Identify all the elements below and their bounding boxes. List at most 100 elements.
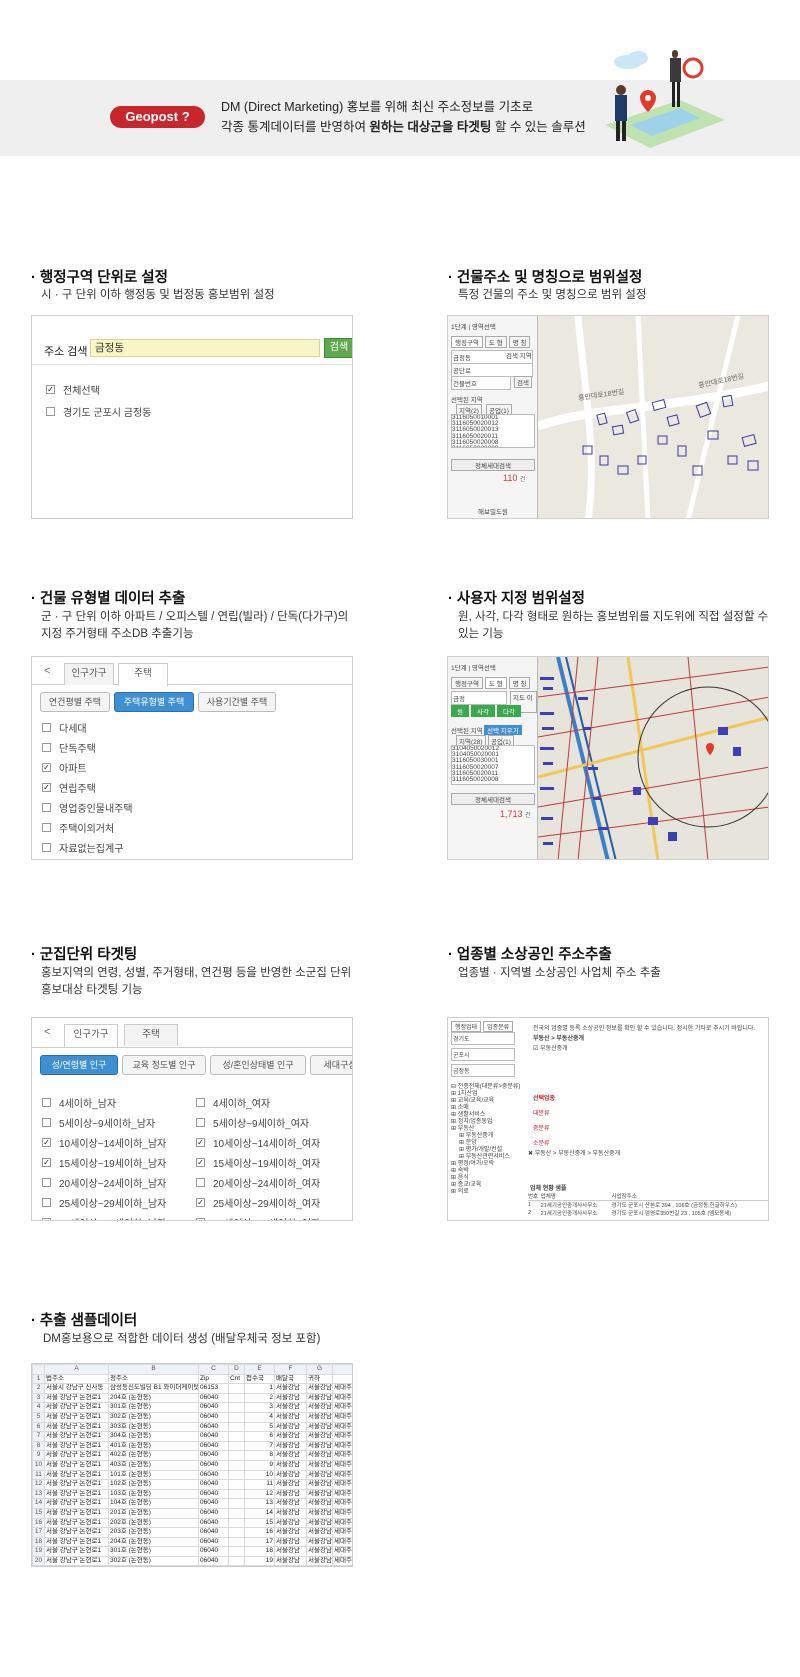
- tree-item[interactable]: ⊞ 의료: [451, 1189, 525, 1196]
- checkbox-row[interactable]: 4세이하_남자: [42, 1095, 116, 1110]
- checkbox-row[interactable]: ✓ 25세이상~29세이하_여자: [196, 1195, 320, 1210]
- tree-item[interactable]: ⊞ 종교/교육: [451, 1182, 525, 1189]
- tree-item[interactable]: ⊞ 평가/개발/컨설: [451, 1147, 525, 1154]
- map-search-field[interactable]: 금정: [451, 691, 507, 705]
- check-item-row[interactable]: 경기도 군포시 금정동: [46, 404, 151, 419]
- area-code-item[interactable]: 3116050020008: [452, 776, 534, 783]
- tab-name[interactable]: 명 칭: [508, 336, 531, 348]
- checkbox-icon[interactable]: [42, 803, 51, 812]
- calc-households-button-2[interactable]: 정체세대검색: [451, 793, 535, 805]
- category-tree[interactable]: ⊟ 전종전체(대분류>중분류) ⊞ 1차산업 ⊞ 교육/교육/교육 ⊞ 소매 ⊞ 생활서…: [451, 1084, 525, 1196]
- tree-item[interactable]: ⊞ 분양: [451, 1140, 525, 1147]
- checkbox-row[interactable]: ✓ 10세이상~14세이하_남자: [42, 1135, 166, 1150]
- building-field-2[interactable]: 공단로: [451, 363, 533, 377]
- checkbox-row[interactable]: 25세이상~29세이하_남자: [42, 1195, 166, 1210]
- calc-households-button[interactable]: 정체세대검색: [451, 459, 535, 471]
- checkbox-icon[interactable]: [196, 1118, 205, 1127]
- tree-item[interactable]: ⊞ 부동산중개: [451, 1133, 525, 1140]
- checkbox-icon[interactable]: [42, 1098, 51, 1107]
- pill-marital[interactable]: 성/혼인상태별 인구: [210, 1055, 306, 1075]
- checkbox-row[interactable]: ✓ 연립주택: [42, 780, 96, 795]
- tab-shape[interactable]: 도 형: [484, 336, 507, 348]
- checkbox-row[interactable]: ✓ 15세이상~19세이하_남자: [42, 1155, 166, 1170]
- checkbox-checked-icon[interactable]: ✓: [196, 1138, 205, 1147]
- checkbox-checked-icon[interactable]: ✓: [42, 1138, 51, 1147]
- checkbox-row[interactable]: 5세이상~9세이하_남자: [42, 1115, 155, 1130]
- tree-item[interactable]: ⊞ 교육/교육/교육: [451, 1098, 525, 1105]
- area-code-list-2[interactable]: 3104050020012 3104050020001 3116050030001 3…: [451, 745, 535, 785]
- checkbox-row[interactable]: 30세이상~34세이하_남자: [42, 1215, 166, 1220]
- tree-item[interactable]: ⊞ 1차산업: [451, 1091, 525, 1098]
- checkbox-icon[interactable]: [196, 1098, 205, 1107]
- tab-housing-2[interactable]: 주택: [124, 1024, 178, 1046]
- search-button[interactable]: 검색: [324, 338, 352, 358]
- tree-item[interactable]: ⊞ 정치/업종동업: [451, 1119, 525, 1126]
- checkbox-row[interactable]: 자료없는집계구: [42, 840, 123, 855]
- back-chevron-icon-2[interactable]: <: [44, 1026, 50, 1038]
- address-search-input[interactable]: 금정동: [90, 339, 320, 357]
- checkbox-icon[interactable]: [46, 407, 55, 416]
- map-canvas-2[interactable]: [537, 657, 768, 859]
- pill-usage-period[interactable]: 사용기간별 주택: [198, 692, 276, 712]
- tab-housing[interactable]: 주택: [118, 663, 168, 686]
- tab-admin-2[interactable]: 행정구역: [451, 677, 483, 689]
- checkbox-row[interactable]: 단독주택: [42, 740, 96, 755]
- checkbox-checked-icon[interactable]: ✓: [42, 783, 51, 792]
- checkbox-icon[interactable]: [42, 1198, 51, 1207]
- back-chevron-icon[interactable]: <: [44, 665, 50, 677]
- check-all-row[interactable]: ✓ 전체선택: [46, 382, 100, 397]
- tree-item[interactable]: ⊞ 부동산: [451, 1126, 525, 1133]
- dong-select[interactable]: 금정동: [451, 1064, 515, 1077]
- checkbox-row[interactable]: 30세이상~34세이하_여자: [196, 1215, 320, 1220]
- map-canvas[interactable]: 흥안대로18번길 흥안대로18번길: [536, 316, 768, 518]
- circle-shape-button[interactable]: 원: [451, 705, 469, 717]
- checkbox-row[interactable]: 5세이상~9세이하_여자: [196, 1115, 309, 1130]
- checkbox-checked-icon[interactable]: ✓: [42, 763, 51, 772]
- checkbox-row[interactable]: 영업중인물내주택: [42, 800, 133, 815]
- tab-shape-2[interactable]: 도 형: [484, 677, 507, 689]
- pill-household[interactable]: 세대구성: [310, 1055, 352, 1075]
- pill-housing-type[interactable]: 주택유형별 주택: [114, 692, 194, 712]
- tab-admin[interactable]: 행정구역: [451, 336, 483, 348]
- pill-sex-age[interactable]: 성/연령별 인구: [40, 1055, 118, 1075]
- checkbox-checked-icon[interactable]: ✓: [196, 1158, 205, 1167]
- checkbox-row[interactable]: 주택이외거처: [42, 820, 114, 835]
- tab-admin-business[interactable]: 행정업태: [451, 1021, 482, 1032]
- checkbox-checked-icon[interactable]: ✓: [42, 1158, 51, 1167]
- tree-item[interactable]: ⊞ 생활서비스: [451, 1112, 525, 1119]
- checkbox-checked-icon[interactable]: ✓: [46, 385, 55, 394]
- checkbox-row[interactable]: ✓ 10세이상~14세이하_여자: [196, 1135, 320, 1150]
- checkbox-row[interactable]: 4세이하_여자: [196, 1095, 270, 1110]
- checkbox-row[interactable]: 20세이상~24세이하_남자: [42, 1175, 166, 1190]
- tree-item[interactable]: ⊞ 소매: [451, 1105, 525, 1112]
- checkbox-icon[interactable]: [196, 1218, 205, 1220]
- tree-item[interactable]: ⊞ 평정/여가/오락: [451, 1161, 525, 1168]
- city-select[interactable]: 군포시: [451, 1048, 515, 1061]
- building-search-button[interactable]: 검색 지역: [506, 350, 532, 360]
- building-number-search-button[interactable]: 검색: [514, 376, 532, 388]
- area-code-list[interactable]: 3116050010001 3116050020012 3116050020013 3…: [451, 414, 535, 448]
- tree-item[interactable]: ⊞ 부동산관련서비스: [451, 1154, 525, 1161]
- checkbox-row[interactable]: ✓ 15세이상~19세이하_여자: [196, 1155, 320, 1170]
- checkbox-checked-icon[interactable]: ✓: [196, 1198, 205, 1207]
- checkbox-icon[interactable]: [42, 1118, 51, 1127]
- clear-selection-button[interactable]: 선택 지우기: [484, 725, 522, 735]
- checkbox-icon[interactable]: [42, 743, 51, 752]
- checkbox-icon[interactable]: [42, 1218, 51, 1220]
- tree-item[interactable]: ⊞ 숙박: [451, 1168, 525, 1175]
- polygon-shape-button[interactable]: 다각: [496, 705, 521, 717]
- tab-population-2[interactable]: 인구가구: [64, 1024, 118, 1047]
- building-field-3[interactable]: 건물번호: [451, 376, 511, 390]
- checkbox-row[interactable]: 다세대: [42, 720, 87, 735]
- checkbox-icon[interactable]: [42, 1178, 51, 1187]
- checkbox-icon[interactable]: [42, 723, 51, 732]
- rect-shape-button[interactable]: 사각: [470, 705, 495, 717]
- area-code-item[interactable]: 3116050020009: [452, 445, 534, 447]
- checkbox-icon[interactable]: [196, 1178, 205, 1187]
- business-checked-item[interactable]: ☑ 부동산중개: [533, 1043, 568, 1052]
- tab-category[interactable]: 업종분류: [483, 1021, 514, 1032]
- tree-item[interactable]: ⊟ 전종전체(대분류>중분류): [451, 1084, 525, 1091]
- pill-education[interactable]: 교육 정도별 인구: [122, 1055, 206, 1075]
- checkbox-row[interactable]: ✓ 아파트: [42, 760, 87, 775]
- province-select[interactable]: 경기도: [451, 1032, 515, 1045]
